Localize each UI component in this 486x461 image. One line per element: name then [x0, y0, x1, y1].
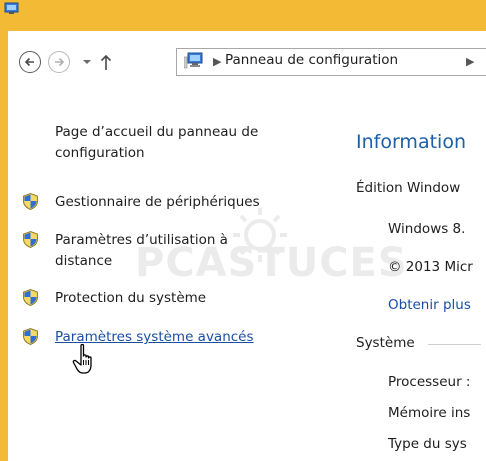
page-title: Information: [356, 131, 466, 153]
task-remote-settings-label[interactable]: Paramètres d’utilisation à distance: [55, 230, 275, 272]
window-right-edge: [481, 31, 486, 461]
task-device-manager[interactable]: Gestionnaire de périphériques: [0, 192, 320, 214]
breadcrumb-separator-icon[interactable]: ▶: [466, 55, 474, 68]
uac-shield-icon: [23, 193, 38, 210]
memory-label: Mémoire ins: [388, 405, 471, 421]
back-button[interactable]: [19, 51, 41, 73]
hand-cursor-icon: [72, 343, 92, 374]
edition-section-heading: Édition Window: [356, 180, 461, 196]
breadcrumb-separator-icon[interactable]: ▶: [213, 55, 221, 68]
processor-label: Processeur :: [388, 374, 471, 390]
forward-button[interactable]: [48, 51, 70, 73]
forward-arrow-icon: [55, 57, 65, 67]
chevron-down-icon[interactable]: [80, 53, 94, 71]
title-bar: [0, 0, 486, 31]
copyright-text: © 2013 Micr: [388, 259, 473, 275]
uac-shield-icon: [23, 289, 38, 306]
back-arrow-icon: [24, 57, 34, 67]
system-section-heading: Système: [356, 335, 415, 351]
section-divider: [428, 344, 481, 345]
system-type-label: Type du sys: [388, 436, 467, 452]
uac-shield-icon: [23, 328, 38, 345]
task-system-protection-label[interactable]: Protection du système: [55, 288, 206, 309]
control-panel-home-link[interactable]: Page d’accueil du panneau de configurati…: [55, 122, 315, 164]
window: ▶ Panneau de configuration ▶ PCASTUCES P…: [0, 0, 486, 461]
up-arrow-icon[interactable]: [99, 51, 113, 73]
breadcrumb-control-panel[interactable]: Panneau de configuration: [225, 52, 398, 68]
task-remote-settings[interactable]: Paramètres d’utilisation à distance: [0, 230, 320, 274]
task-advanced-system-settings[interactable]: Paramètres système avancés: [0, 327, 320, 349]
uac-shield-icon: [23, 231, 38, 248]
task-system-protection[interactable]: Protection du système: [0, 288, 320, 310]
task-device-manager-label[interactable]: Gestionnaire de périphériques: [55, 192, 260, 213]
computer-icon: [184, 52, 203, 69]
windows-version-value: Windows 8.: [388, 221, 466, 237]
get-more-features-link[interactable]: Obtenir plus: [388, 297, 471, 313]
system-window-icon: [4, 2, 19, 14]
